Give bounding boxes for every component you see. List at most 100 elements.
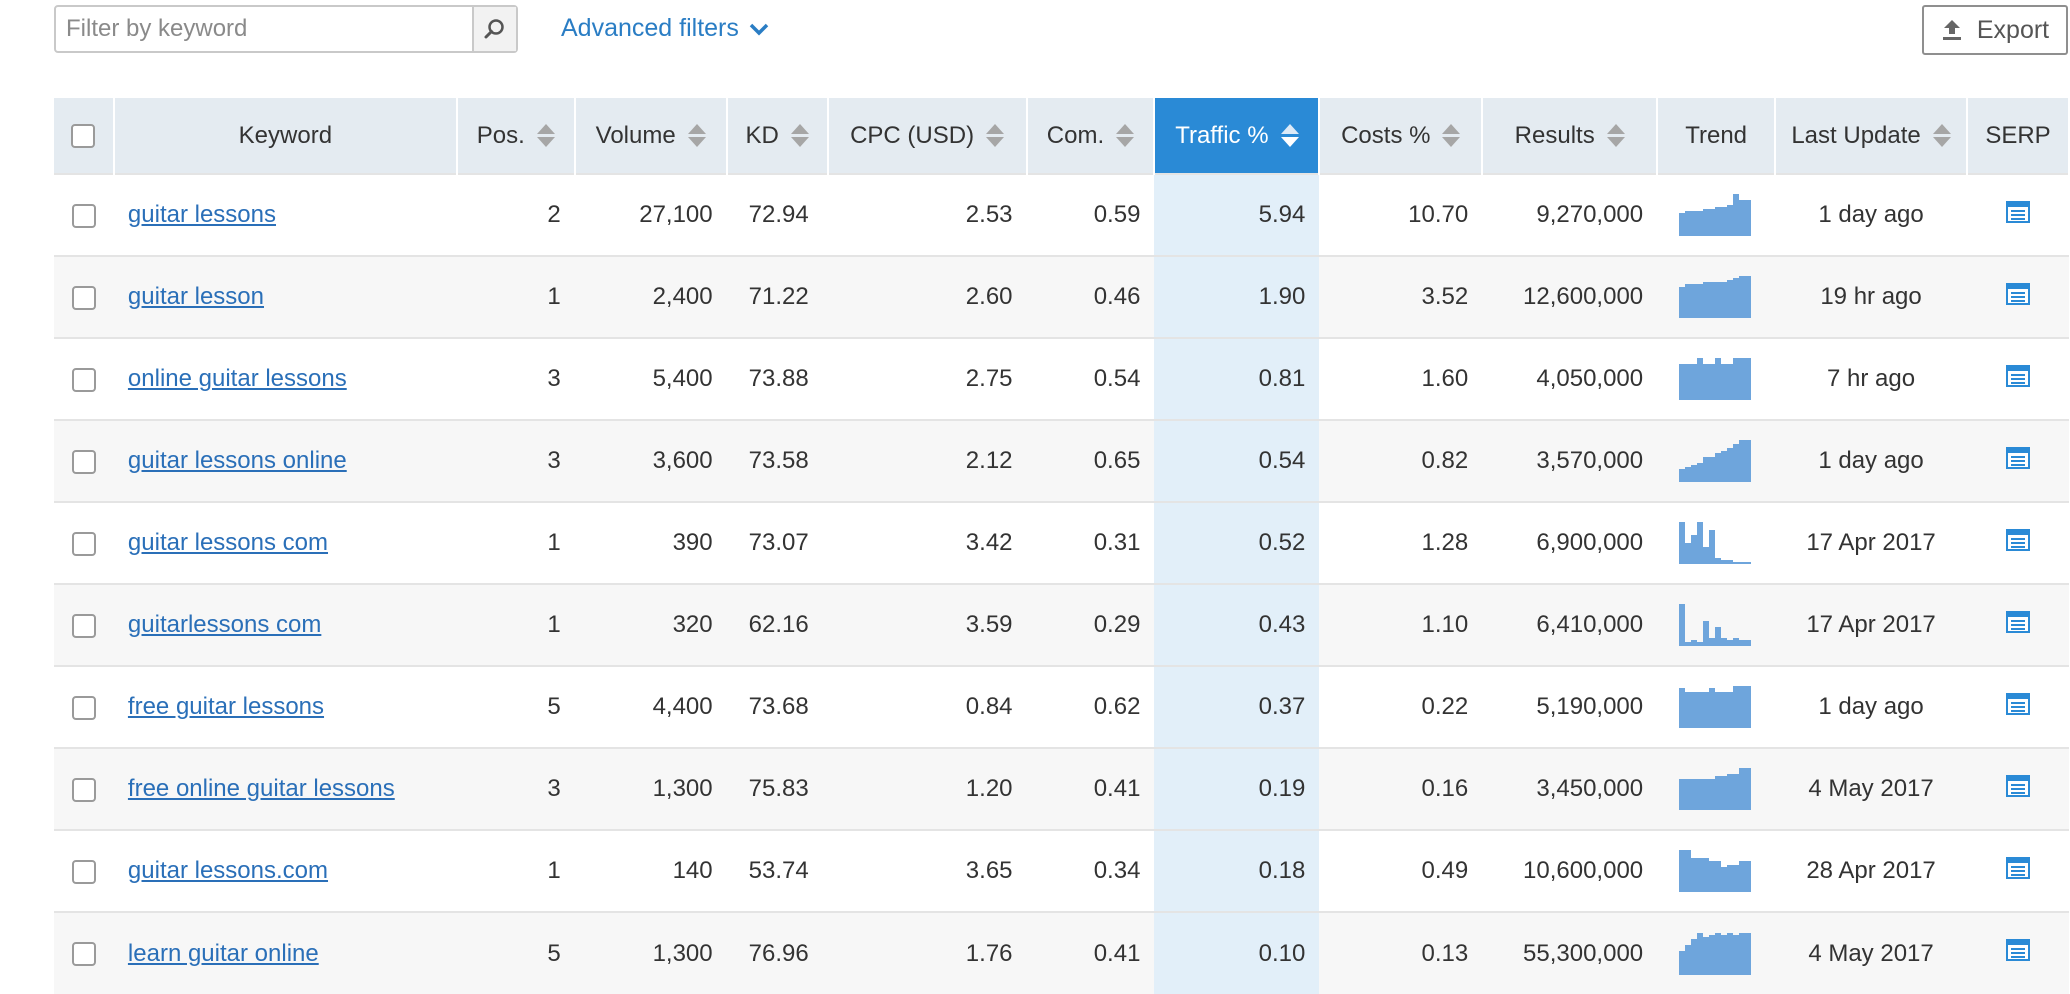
keyword-link[interactable]: guitar lessons online xyxy=(128,447,347,474)
costs-cell: 0.22 xyxy=(1319,665,1483,748)
trend-sparkline[interactable] xyxy=(1679,932,1752,975)
column-header-volume[interactable]: Volume xyxy=(574,98,728,174)
serp-icon[interactable] xyxy=(2006,774,2030,803)
keyword-cell: free guitar lessons xyxy=(113,665,457,748)
serp-icon[interactable] xyxy=(2006,364,2030,393)
trend-sparkline[interactable] xyxy=(1679,686,1752,728)
serp-cell xyxy=(1967,255,2069,338)
last-update-cell: 19 hr ago xyxy=(1775,255,1967,338)
serp-icon[interactable] xyxy=(2006,282,2030,311)
column-header-costs[interactable]: Costs % xyxy=(1319,98,1484,174)
com-cell: 0.59 xyxy=(1026,173,1155,256)
trend-sparkline[interactable] xyxy=(1679,850,1752,892)
row-checkbox[interactable] xyxy=(71,777,96,802)
trend-sparkline[interactable] xyxy=(1679,276,1752,318)
trend-cell xyxy=(1657,501,1776,584)
trend-sparkline[interactable] xyxy=(1679,768,1752,810)
keywords-table: Keyword Pos. Volume KD CPC (USD) Com. Tr… xyxy=(54,98,2070,994)
com-cell: 0.29 xyxy=(1026,583,1155,666)
kd-cell: 71.22 xyxy=(726,255,828,338)
row-checkbox[interactable] xyxy=(71,859,96,884)
sort-icon xyxy=(1932,124,1951,147)
keyword-link[interactable]: learn guitar online xyxy=(128,940,319,967)
trend-sparkline[interactable] xyxy=(1679,522,1752,564)
trend-cell xyxy=(1657,255,1776,338)
row-checkbox[interactable] xyxy=(71,285,96,310)
pos-cell: 3 xyxy=(456,337,575,420)
column-header-kd[interactable]: KD xyxy=(726,98,829,174)
row-checkbox[interactable] xyxy=(71,449,96,474)
trend-sparkline[interactable] xyxy=(1679,440,1752,482)
keyword-link[interactable]: free guitar lessons xyxy=(128,693,324,720)
column-header-results[interactable]: Results xyxy=(1482,98,1659,174)
column-header-com[interactable]: Com. xyxy=(1026,98,1156,174)
table-row: free online guitar lessons 3 1,300 75.83 1.2… xyxy=(54,747,2069,830)
trend-sparkline[interactable] xyxy=(1679,358,1752,400)
keyword-link[interactable]: guitar lesson xyxy=(128,283,264,310)
serp-icon[interactable] xyxy=(2006,446,2030,475)
column-header-keyword: Keyword xyxy=(113,98,458,174)
traffic-cell: 0.43 xyxy=(1154,583,1320,666)
costs-cell: 0.49 xyxy=(1319,829,1483,912)
cpc-cell: 3.59 xyxy=(827,583,1027,666)
search-icon xyxy=(484,19,504,39)
trend-sparkline[interactable] xyxy=(1679,604,1752,646)
keyword-link[interactable]: guitar lessons.com xyxy=(128,857,328,884)
serp-icon[interactable] xyxy=(2006,692,2030,721)
keyword-cell: online guitar lessons xyxy=(113,337,457,420)
keyword-link[interactable]: guitar lessons xyxy=(128,201,276,228)
select-all-checkbox[interactable] xyxy=(71,124,96,149)
serp-icon[interactable] xyxy=(2006,200,2030,229)
serp-icon[interactable] xyxy=(2006,528,2030,557)
volume-cell: 1,300 xyxy=(574,747,727,830)
column-header-cpc[interactable]: CPC (USD) xyxy=(827,98,1028,174)
serp-cell xyxy=(1967,665,2069,748)
serp-icon[interactable] xyxy=(2006,939,2030,967)
export-button[interactable]: Export xyxy=(1922,5,2068,55)
pos-cell: 1 xyxy=(456,255,575,338)
volume-cell: 27,100 xyxy=(574,173,727,256)
keyword-link[interactable]: online guitar lessons xyxy=(128,365,347,392)
costs-cell: 0.13 xyxy=(1319,911,1483,994)
sort-desc-icon xyxy=(1280,124,1299,147)
results-cell: 9,270,000 xyxy=(1482,173,1658,256)
serp-icon[interactable] xyxy=(2006,610,2030,639)
traffic-cell: 0.19 xyxy=(1154,747,1320,830)
row-checkbox[interactable] xyxy=(71,367,96,392)
keyword-cell: guitar lesson xyxy=(113,255,457,338)
traffic-cell: 5.94 xyxy=(1154,173,1320,256)
column-header-last-update[interactable]: Last Update xyxy=(1775,98,1968,174)
trend-cell xyxy=(1657,337,1776,420)
trend-bar xyxy=(1745,440,1752,482)
search-button[interactable] xyxy=(472,7,516,51)
results-cell: 3,570,000 xyxy=(1482,419,1658,502)
row-checkbox[interactable] xyxy=(71,203,96,228)
cpc-cell: 1.20 xyxy=(827,747,1027,830)
column-header-pos[interactable]: Pos. xyxy=(456,98,576,174)
row-checkbox[interactable] xyxy=(71,613,96,638)
com-cell: 0.65 xyxy=(1026,419,1155,502)
row-checkbox[interactable] xyxy=(71,531,96,556)
row-select-cell xyxy=(54,419,114,502)
volume-cell: 140 xyxy=(574,829,727,912)
row-select-cell xyxy=(54,747,114,830)
column-header-traffic[interactable]: Traffic % xyxy=(1154,98,1321,174)
last-update-cell: 17 Apr 2017 xyxy=(1775,583,1967,666)
toolbar: Advanced filters Export xyxy=(0,0,2070,98)
serp-cell xyxy=(1967,583,2069,666)
keyword-link[interactable]: guitarlessons com xyxy=(128,611,321,638)
keyword-filter-input[interactable] xyxy=(56,7,476,51)
column-header-trend: Trend xyxy=(1657,98,1777,174)
keyword-link[interactable]: free online guitar lessons xyxy=(128,775,395,802)
row-select-cell xyxy=(54,829,114,912)
cpc-cell: 3.42 xyxy=(827,501,1027,584)
row-checkbox[interactable] xyxy=(71,942,96,967)
row-checkbox[interactable] xyxy=(71,695,96,720)
serp-icon[interactable] xyxy=(2006,856,2030,885)
row-select-cell xyxy=(54,173,114,256)
advanced-filters-toggle[interactable]: Advanced filters xyxy=(561,14,769,43)
keyword-link[interactable]: guitar lessons com xyxy=(128,529,328,556)
trend-sparkline[interactable] xyxy=(1679,194,1752,236)
serp-cell xyxy=(1967,501,2069,584)
results-cell: 5,190,000 xyxy=(1482,665,1658,748)
